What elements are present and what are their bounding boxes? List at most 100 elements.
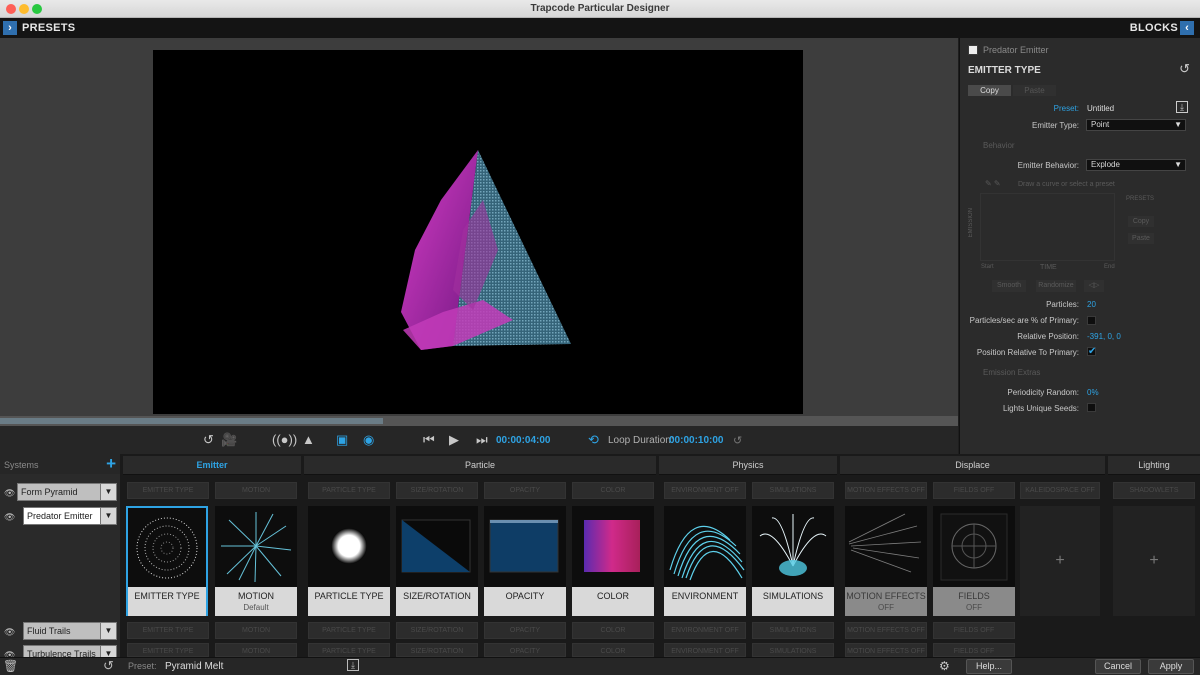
camera-icon[interactable]: 🎥 bbox=[221, 432, 237, 448]
broadcast-icon[interactable]: ((●)) bbox=[272, 432, 297, 447]
chevron-down-icon: ▼ bbox=[100, 646, 116, 657]
motion-sublabel: Default bbox=[243, 603, 269, 612]
periodicity-value[interactable]: 0% bbox=[1087, 388, 1099, 397]
save-preset-icon[interactable]: ⤓ bbox=[1176, 101, 1188, 113]
color-gradient-thumbnail bbox=[584, 520, 640, 572]
fields-label: FIELDS bbox=[958, 591, 990, 601]
emission-curve-editor[interactable] bbox=[980, 193, 1115, 261]
preview-canvas[interactable] bbox=[153, 50, 803, 414]
particle-type-block[interactable]: PARTICLE TYPE bbox=[308, 506, 390, 616]
loop-duration-value[interactable]: 00:00:10:00 bbox=[669, 435, 723, 446]
curve-presets-dropdown[interactable]: PRESETS bbox=[1126, 196, 1154, 202]
help-button[interactable]: Help... bbox=[966, 659, 1012, 674]
ghost-block: MOTION bbox=[215, 482, 297, 499]
motion-block[interactable]: MOTION Default bbox=[215, 506, 297, 616]
size-rotation-block[interactable]: SIZE/ROTATION bbox=[396, 506, 478, 616]
timeline-scrubber[interactable] bbox=[0, 416, 958, 426]
relative-position-value[interactable]: -391, 0, 0 bbox=[1087, 332, 1121, 341]
blocks-label[interactable]: BLOCKS bbox=[1130, 22, 1178, 34]
paste-button[interactable]: Paste bbox=[1013, 85, 1056, 96]
eye-icon[interactable]: 👁 bbox=[4, 488, 15, 499]
emitter-behavior-dropdown[interactable]: Explode ▼ bbox=[1086, 159, 1186, 171]
category-emitter[interactable]: Emitter bbox=[123, 456, 301, 475]
play-icon[interactable]: ▶ bbox=[449, 432, 459, 448]
presets-label[interactable]: PRESETS bbox=[22, 22, 75, 34]
system-row: 👁 Fluid Trails ▼ bbox=[0, 621, 120, 641]
smooth-button[interactable]: Smooth bbox=[992, 280, 1026, 292]
loop-icon[interactable]: ⟲ bbox=[588, 432, 599, 448]
motion-effects-block[interactable]: MOTION EFFECTS OFF bbox=[845, 506, 927, 616]
flip-icon[interactable]: ◁▷ bbox=[1084, 280, 1104, 292]
emitter-type-dropdown[interactable]: Point ▼ bbox=[1086, 119, 1186, 131]
reset-view-icon[interactable]: ↺ bbox=[203, 432, 214, 448]
reset-icon[interactable]: ↺ bbox=[103, 658, 114, 674]
copy-button[interactable]: Copy bbox=[968, 85, 1011, 96]
system-name: Form Pyramid bbox=[21, 487, 78, 497]
window-titlebar: Trapcode Particular Designer bbox=[0, 0, 1200, 18]
fields-block[interactable]: FIELDS OFF bbox=[933, 506, 1015, 616]
system-dropdown[interactable]: Fluid Trails ▼ bbox=[23, 622, 117, 640]
category-particle[interactable]: Particle bbox=[304, 456, 656, 475]
reset-block-icon[interactable]: ↺ bbox=[1179, 61, 1190, 77]
save-preset-icon[interactable]: ⤓ bbox=[347, 659, 359, 671]
category-physics[interactable]: Physics bbox=[659, 456, 837, 475]
eye-icon[interactable]: 👁 bbox=[4, 650, 15, 657]
skip-back-icon[interactable]: ⏮ bbox=[423, 432, 435, 448]
chevron-down-icon: ▼ bbox=[1174, 160, 1182, 169]
trash-icon[interactable]: 🗑 bbox=[3, 659, 18, 673]
eye-icon[interactable]: ◉ bbox=[363, 432, 374, 448]
position-relative-checkbox[interactable]: ✔ bbox=[1087, 347, 1096, 357]
seeds-checkbox[interactable] bbox=[1087, 403, 1096, 412]
cancel-button[interactable]: Cancel bbox=[1095, 659, 1141, 674]
eye-icon[interactable]: 👁 bbox=[4, 512, 15, 523]
current-time: 00:00:04:00 bbox=[496, 435, 551, 446]
emitter-behavior-value: Explode bbox=[1091, 160, 1120, 169]
pps-label: Particles/sec are % of Primary: bbox=[969, 316, 1079, 325]
environment-block[interactable]: ENVIRONMENT bbox=[664, 506, 746, 616]
motion-effects-sublabel: OFF bbox=[878, 603, 894, 612]
ghost-block: COLOR bbox=[572, 643, 654, 657]
eye-icon[interactable]: 👁 bbox=[4, 627, 15, 638]
reset-loop-icon[interactable]: ↺ bbox=[733, 434, 742, 447]
gear-icon[interactable]: ⚙ bbox=[939, 659, 950, 673]
particles-value[interactable]: 20 bbox=[1087, 300, 1096, 309]
position-relative-label: Position Relative To Primary: bbox=[976, 348, 1079, 357]
opacity-caption: OPACITY bbox=[484, 587, 566, 616]
category-lighting[interactable]: Lighting bbox=[1108, 456, 1200, 475]
pps-checkbox[interactable] bbox=[1087, 316, 1096, 325]
motion-burst-thumbnail bbox=[221, 512, 292, 583]
skip-forward-icon[interactable]: ⏭ bbox=[476, 432, 488, 448]
opacity-block[interactable]: OPACITY bbox=[484, 506, 566, 616]
add-system-icon[interactable]: + bbox=[106, 454, 116, 474]
apply-button[interactable]: Apply bbox=[1148, 659, 1194, 674]
ghost-block: SIZE/ROTATION bbox=[396, 622, 478, 639]
ground-plane-icon[interactable]: ▲ bbox=[302, 432, 315, 447]
preset-value: Untitled bbox=[1087, 104, 1115, 113]
window-view-icon[interactable]: ▣ bbox=[336, 432, 348, 448]
system-dropdown[interactable]: Form Pyramid ▼ bbox=[17, 483, 117, 501]
motion-effects-label: MOTION EFFECTS bbox=[846, 591, 926, 601]
emitter-type-block[interactable]: EMITTER TYPE bbox=[126, 506, 208, 616]
ghost-block: EMITTER TYPE bbox=[127, 643, 209, 657]
category-displace[interactable]: Displace bbox=[840, 456, 1105, 475]
add-lighting-block-icon[interactable]: + bbox=[1113, 506, 1195, 616]
system-dropdown[interactable]: Turbulence Trails ▼ bbox=[23, 645, 117, 657]
panel-breadcrumb: Predator Emitter bbox=[983, 45, 1049, 55]
environment-thumbnail bbox=[669, 525, 745, 581]
systems-panel: Systems + 👁 Form Pyramid ▼ 👁 Predator Emi… bbox=[0, 454, 120, 657]
particle-pyramid-render bbox=[401, 150, 571, 350]
randomize-button[interactable]: Randomize bbox=[1036, 280, 1076, 292]
curve-copy-button[interactable]: Copy bbox=[1128, 216, 1154, 227]
size-rotation-thumbnail bbox=[401, 519, 471, 573]
system-dropdown[interactable]: Predator Emitter ▼ bbox=[23, 507, 117, 525]
pencil-icon[interactable]: ✎ ✎ bbox=[985, 179, 1001, 188]
blocks-toggle-button[interactable]: ‹ bbox=[1180, 21, 1194, 35]
window-title: Trapcode Particular Designer bbox=[530, 3, 670, 14]
simulations-block[interactable]: SIMULATIONS bbox=[752, 506, 834, 616]
curve-paste-button[interactable]: Paste bbox=[1128, 233, 1154, 244]
presets-toggle-button[interactable]: › bbox=[3, 21, 17, 35]
predator-emitter-checkbox[interactable] bbox=[968, 45, 978, 55]
color-block[interactable]: COLOR bbox=[572, 506, 654, 616]
motion-label: MOTION bbox=[238, 591, 274, 601]
add-displace-block-icon[interactable]: + bbox=[1020, 506, 1100, 616]
